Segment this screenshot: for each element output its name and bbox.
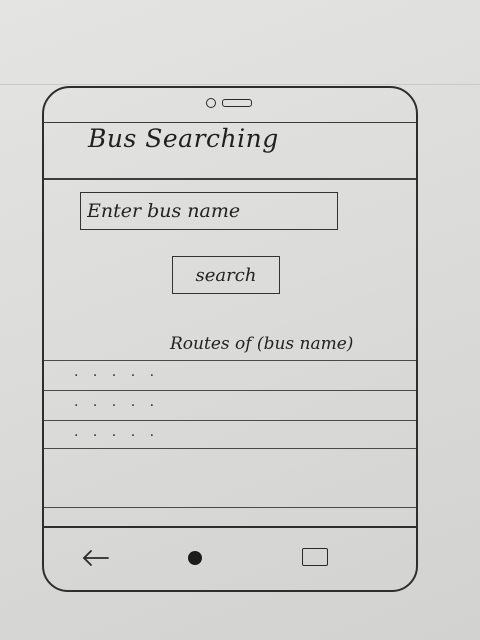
route-list-item[interactable] <box>44 448 416 508</box>
route-list-item[interactable]: · · · · · <box>44 360 416 390</box>
routes-heading: Routes of (bus name) <box>170 334 354 354</box>
route-list-item[interactable]: · · · · · <box>44 420 416 448</box>
route-item-text: · · · · · <box>74 368 160 384</box>
route-list-item[interactable]: · · · · · <box>44 390 416 420</box>
route-item-text: · · · · · <box>74 398 160 414</box>
back-arrow-icon[interactable] <box>82 548 110 568</box>
recent-apps-icon[interactable] <box>302 548 328 566</box>
phone-top-bezel <box>44 88 416 123</box>
search-button[interactable]: search <box>172 256 280 294</box>
page-title: Bus Searching <box>88 124 279 153</box>
bus-name-input[interactable] <box>80 192 338 230</box>
camera-icon <box>206 98 216 108</box>
home-dot-icon[interactable] <box>188 551 202 565</box>
speaker-icon <box>222 99 252 107</box>
phone-frame: Bus Searching search Routes of (bus name… <box>42 86 418 592</box>
navigation-bar <box>44 526 416 590</box>
route-list: · · · · · · · · · · · · · · · <box>44 360 416 508</box>
title-divider <box>44 178 416 180</box>
route-item-text: · · · · · <box>74 428 160 444</box>
paper-fold-line <box>0 84 480 85</box>
